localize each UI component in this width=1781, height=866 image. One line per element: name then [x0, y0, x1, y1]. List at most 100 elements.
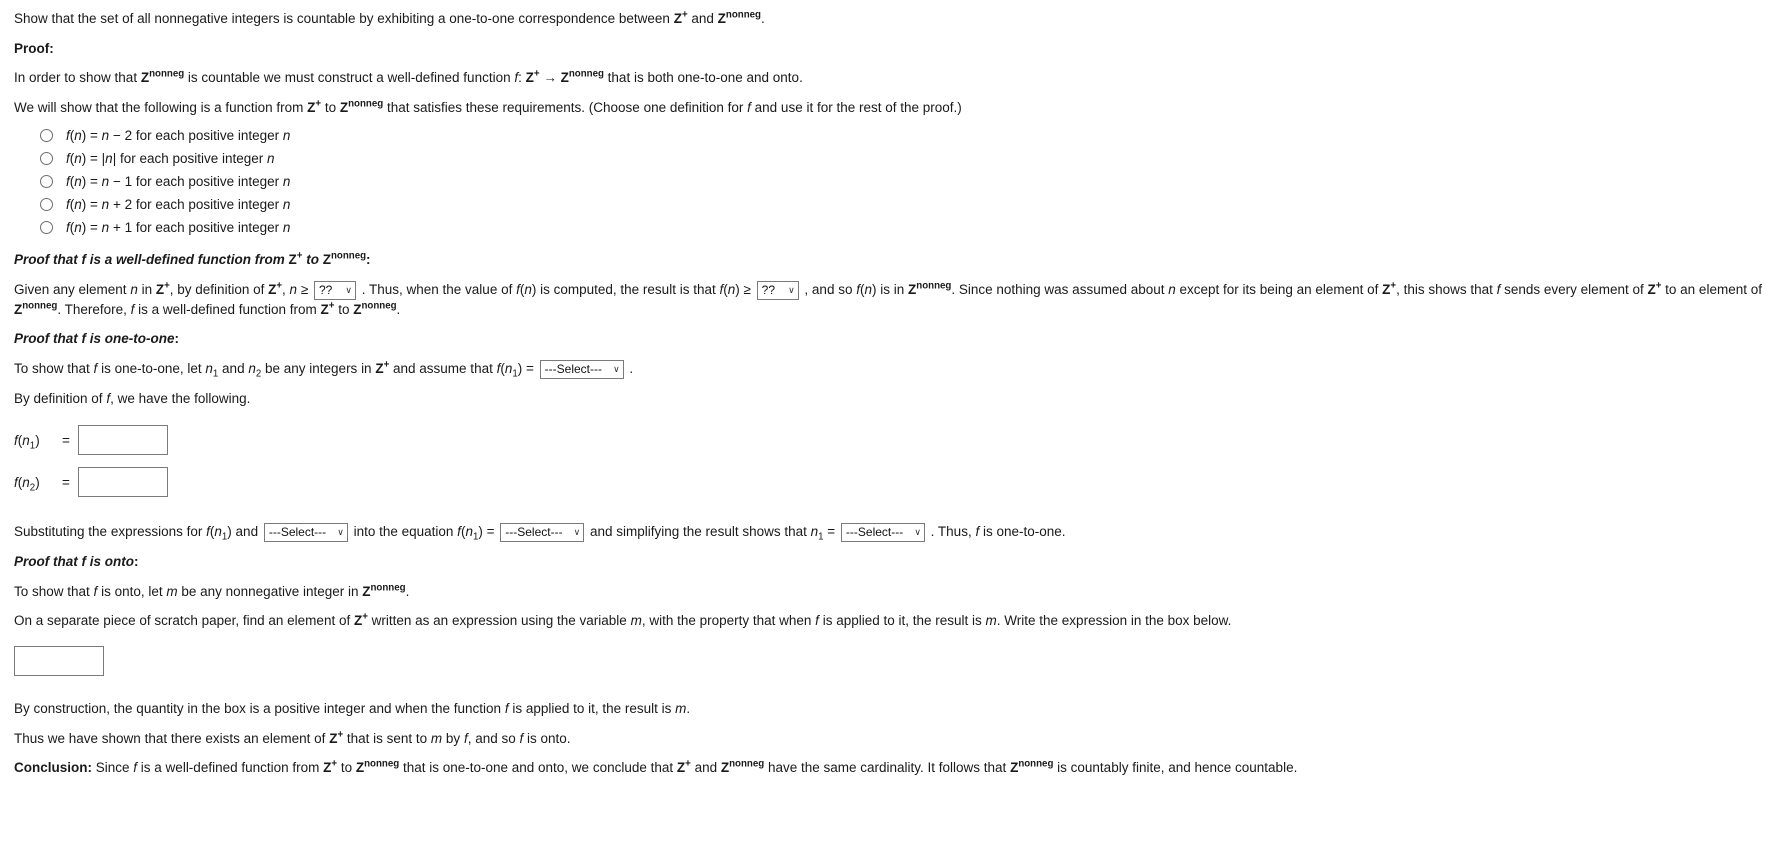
radio-icon[interactable]: [40, 175, 53, 189]
wd-t14: sends every element of: [1500, 281, 1648, 297]
radio-icon[interactable]: [40, 221, 53, 235]
intro-arrow: →: [539, 70, 561, 86]
z-nonneg-symbol: Z: [355, 760, 365, 776]
instructions-part2: to: [321, 99, 340, 115]
well-defined-paragraph: Given any element n in Z+, by definition…: [14, 280, 1762, 317]
f-of-n1: f: [457, 524, 461, 540]
z-plus-symbol: Z: [288, 252, 297, 268]
one-to-one-assume-line: To show that f is one-to-one, let n1 and…: [14, 359, 634, 380]
sub-t1: Substituting the expressions for: [14, 524, 207, 540]
z-plus-symbol: Z: [676, 760, 686, 776]
sub-t2: and: [231, 524, 262, 540]
select-n1-result[interactable]: ---Select--- ∨: [840, 523, 925, 543]
conclusion-c3: to: [337, 760, 356, 776]
variable-m: m: [985, 613, 997, 629]
variable-n2: n: [248, 360, 256, 376]
f-of-n1: f: [206, 524, 210, 540]
z-nonneg-symbol: Z: [140, 70, 150, 86]
instructions-paragraph: We will show that the following is a fun…: [14, 93, 1767, 123]
wd-t13: , this shows that: [1396, 281, 1497, 297]
instructions-part3: that satisfies these requirements. (Choo…: [383, 99, 748, 115]
equation-fn2-label: f(n2): [14, 474, 40, 494]
radio-icon[interactable]: [40, 198, 53, 212]
one-to-one-heading: Proof that f is one-to-one:: [14, 324, 1767, 354]
well-defined-heading-to: to: [302, 252, 323, 268]
equals-sign: =: [62, 474, 70, 490]
onto-heading: Proof that f is onto:: [14, 547, 1767, 577]
wd-t1: Given any element: [14, 281, 131, 297]
z-plus-symbol: Z: [353, 613, 363, 629]
scratch-1: On a separate piece of scratch paper, fi…: [14, 613, 354, 629]
equation-row-fn2: f(n2) =: [14, 461, 1767, 503]
onto-o4: .: [405, 583, 410, 599]
variable-n: n: [1168, 281, 1176, 297]
oto-s3: and: [218, 360, 249, 376]
by-construction-line: By construction, the quantity in the box…: [14, 694, 1767, 724]
z-nonneg-symbol: Z: [14, 301, 23, 317]
input-fn1[interactable]: [77, 425, 168, 456]
nonneg-superscript: nonneg: [370, 582, 406, 594]
statement-period: .: [761, 11, 765, 26]
select-equation-rhs[interactable]: ---Select--- ∨: [500, 523, 585, 543]
wd-t11: . Since nothing was assumed about: [951, 281, 1169, 297]
input-onto-expression[interactable]: [14, 646, 104, 676]
nonneg-superscript: nonneg: [22, 300, 58, 312]
wd-t12: except for its being an element of: [1175, 281, 1383, 297]
oto-s2: is one-to-one, let: [97, 360, 206, 376]
thus-4: , and so: [467, 730, 520, 746]
radio-icon[interactable]: [40, 129, 53, 143]
conclusion-c4: that is one-to-one and onto, we conclude…: [399, 760, 677, 776]
chevron-down-icon: ∨: [573, 527, 581, 538]
z-nonneg-symbol: Z: [339, 99, 349, 115]
select-n1-result-value: ---Select---: [845, 525, 904, 540]
wd-t7: is computed, the result is that: [536, 281, 720, 297]
nonneg-superscript: nonneg: [364, 758, 400, 770]
radio-option-2[interactable]: f(n) = |n| for each positive integer n: [40, 147, 1767, 170]
chevron-down-icon: ∨: [337, 527, 344, 538]
radio-option-3[interactable]: f(n) = n − 1 for each positive integer n: [40, 170, 1767, 193]
variable-n1: n: [205, 360, 213, 376]
onto-o2: is onto, let: [97, 583, 167, 599]
variable-m: m: [675, 701, 687, 716]
function-definition-choices: f(n) = n − 2 for each positive integer n…: [14, 124, 1767, 239]
construction-1: By construction, the quantity in the box…: [14, 701, 505, 716]
input-fn2[interactable]: [77, 467, 168, 498]
proof-worksheet: Show that the set of all nonnegative int…: [0, 0, 1781, 783]
radio-option-3-label: f(n) = n − 1 for each positive integer n: [66, 174, 291, 190]
f-of-n: f: [516, 281, 520, 297]
wd-t18: to: [334, 301, 354, 317]
radio-option-2-label: f(n) = |n| for each positive integer n: [66, 151, 275, 167]
select-substitute-expression[interactable]: ---Select--- ∨: [263, 523, 348, 543]
sub-t5: and simplifying the result shows that: [586, 524, 811, 540]
radio-option-5[interactable]: f(n) = n + 1 for each positive integer n: [40, 216, 1767, 239]
select-n-lower-bound[interactable]: ?? ∨: [313, 280, 356, 300]
select-assumption[interactable]: ---Select--- ∨: [539, 359, 624, 379]
z-nonneg-symbol: Z: [322, 252, 331, 268]
variable-m: m: [630, 613, 642, 629]
wd-t4: ,: [282, 281, 290, 297]
conclusion-c6: have the same cardinality. It follows th…: [764, 760, 1011, 776]
radio-option-4[interactable]: f(n) = n + 2 for each positive integer n: [40, 193, 1767, 216]
onto-o3: be any nonnegative integer in: [177, 583, 363, 599]
proof-heading-label: Proof: [14, 40, 50, 56]
wd-t19: .: [396, 301, 401, 317]
z-plus-symbol: Z: [320, 301, 329, 317]
chevron-down-icon: ∨: [788, 284, 795, 295]
oto-s5: and assume that: [389, 360, 497, 376]
chevron-down-icon: ∨: [613, 363, 620, 374]
wd-t8: ≥: [739, 281, 755, 297]
equation-fn1-label: f(n1): [14, 432, 40, 452]
sub-t3: into the equation: [349, 524, 458, 540]
radio-option-1[interactable]: f(n) = n − 2 for each positive integer n: [40, 124, 1767, 147]
conclusion-c1: Since: [92, 760, 134, 776]
wd-t10: is in: [876, 281, 909, 297]
well-defined-heading-colon: :: [366, 252, 371, 268]
variable-n: n: [130, 281, 138, 297]
scratch-paper-line: On a separate piece of scratch paper, fi…: [14, 606, 1767, 636]
select-fn-lower-bound[interactable]: ?? ∨: [756, 280, 799, 300]
conclusion-c7: is countably finite, and hence countable…: [1053, 760, 1298, 776]
chevron-down-icon: ∨: [345, 284, 352, 295]
radio-icon[interactable]: [40, 152, 53, 166]
radio-option-1-label: f(n) = n − 2 for each positive integer n: [66, 128, 291, 144]
